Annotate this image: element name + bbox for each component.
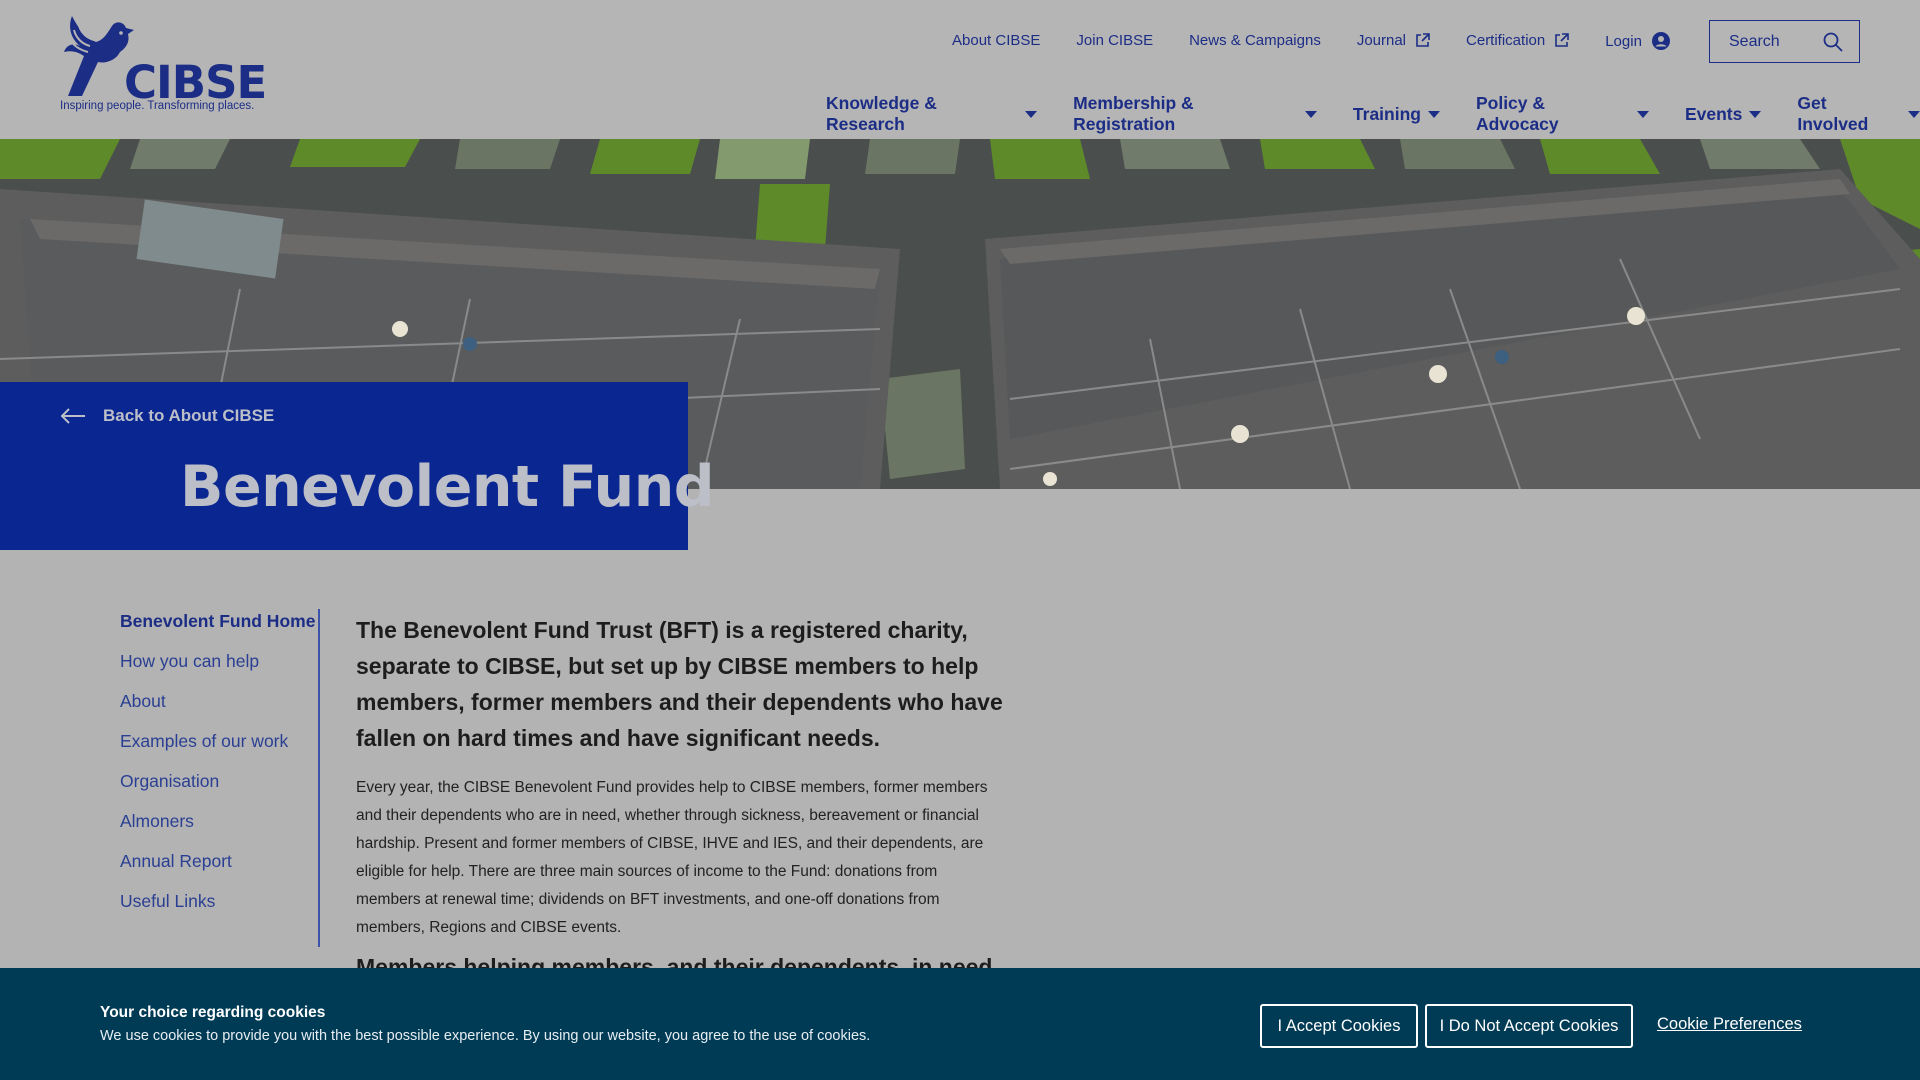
- cookie-banner: Your choice regarding cookies We use coo…: [0, 968, 1920, 1080]
- sidebar-item-annual-report[interactable]: Annual Report: [120, 850, 318, 872]
- top-link-about-cibse[interactable]: About CIBSE: [952, 32, 1040, 49]
- search-input[interactable]: Search: [1709, 20, 1860, 63]
- top-link-certification[interactable]: Certification: [1466, 31, 1570, 49]
- nav-membership-registration[interactable]: Membership & Registration: [1073, 93, 1317, 135]
- site-header: CIBSE Inspiring people. Transforming pla…: [0, 0, 1920, 139]
- caret-down-icon: [1304, 110, 1317, 118]
- login-label: Login: [1605, 32, 1642, 50]
- nav-events[interactable]: Events: [1684, 103, 1762, 125]
- top-link-join-cibse[interactable]: Join CIBSE: [1076, 32, 1153, 49]
- top-link-label: News & Campaigns: [1189, 31, 1321, 49]
- nav-policy-advocacy[interactable]: Policy & Advocacy: [1476, 93, 1649, 135]
- accept-cookies-button[interactable]: I Accept Cookies: [1260, 1004, 1418, 1048]
- nav-label: Training: [1352, 103, 1421, 124]
- login-link[interactable]: Login: [1605, 32, 1670, 50]
- search-icon[interactable]: [1823, 32, 1843, 52]
- nav-get-involved[interactable]: Get Involved: [1797, 93, 1920, 135]
- sidebar-item-about[interactable]: About: [120, 690, 318, 712]
- caret-down-icon: [1749, 110, 1762, 118]
- caret-down-icon: [1025, 110, 1038, 118]
- section-sidebar-nav: Benevolent Fund Home How you can help Ab…: [120, 609, 320, 947]
- cookie-preferences-link[interactable]: Cookie Preferences: [1657, 1015, 1802, 1034]
- nav-label: Policy & Advocacy: [1475, 93, 1559, 134]
- main-nav: Knowledge & Research Membership & Regist…: [826, 93, 1920, 135]
- top-link-label: About CIBSE: [952, 31, 1041, 49]
- back-link[interactable]: Back to About CIBSE: [60, 406, 274, 426]
- top-link-journal[interactable]: Journal: [1357, 32, 1430, 49]
- external-link-icon: [1555, 32, 1570, 47]
- user-icon: [1651, 32, 1670, 50]
- article-lead: The Benevolent Fund Trust (BFT) is a reg…: [356, 617, 1003, 751]
- nav-label: Get Involved: [1797, 93, 1869, 134]
- nav-training[interactable]: Training: [1353, 104, 1440, 125]
- page-title: Benevolent Fund: [180, 454, 715, 520]
- nav-knowledge-research[interactable]: Knowledge & Research: [826, 93, 1038, 135]
- top-link-label: Join CIBSE: [1076, 31, 1154, 49]
- top-link-label: Certification: [1466, 31, 1546, 49]
- sidebar-item-how-you-can-help[interactable]: How you can help: [120, 650, 318, 672]
- caret-down-icon: [1908, 110, 1920, 118]
- article-content: The Benevolent Fund Trust (BFT) is a reg…: [356, 612, 1006, 981]
- article-body: Every year, the CIBSE Benevolent Fund pr…: [356, 779, 988, 936]
- top-link-label: Journal: [1356, 31, 1407, 49]
- cibse-logo[interactable]: CIBSE Inspiring people. Transforming pla…: [58, 12, 267, 116]
- cookie-title: Your choice regarding cookies: [100, 1004, 326, 1021]
- cookie-text: We use cookies to provide you with the b…: [100, 1028, 871, 1044]
- arrow-left-icon: [60, 408, 85, 424]
- nav-label: Events: [1684, 103, 1743, 124]
- utility-nav: About CIBSE Join CIBSE News & Campaigns …: [952, 30, 1706, 50]
- sidebar-item-almoners[interactable]: Almoners: [120, 810, 318, 832]
- logo-tagline: Inspiring people. Transforming places.: [60, 100, 255, 112]
- nav-label: Knowledge & Research: [826, 93, 937, 134]
- caret-down-icon: [1427, 110, 1440, 118]
- search-placeholder: Search: [1729, 32, 1780, 50]
- nav-label: Membership & Registration: [1073, 93, 1194, 134]
- sidebar-item-organisation[interactable]: Organisation: [120, 770, 318, 792]
- sidebar-item-benevolent-fund-home[interactable]: Benevolent Fund Home: [120, 609, 318, 633]
- decline-cookies-button[interactable]: I Do Not Accept Cookies: [1425, 1004, 1633, 1048]
- external-link-icon: [1416, 32, 1430, 47]
- sidebar-item-examples-of-our-work[interactable]: Examples of our work: [120, 730, 318, 752]
- top-link-news-campaigns[interactable]: News & Campaigns: [1189, 32, 1321, 49]
- page-title-block: Back to About CIBSE Benevolent Fund: [0, 382, 715, 550]
- back-link-label: Back to About CIBSE: [103, 406, 275, 425]
- caret-down-icon: [1636, 110, 1649, 118]
- sidebar-item-useful-links[interactable]: Useful Links: [120, 890, 318, 912]
